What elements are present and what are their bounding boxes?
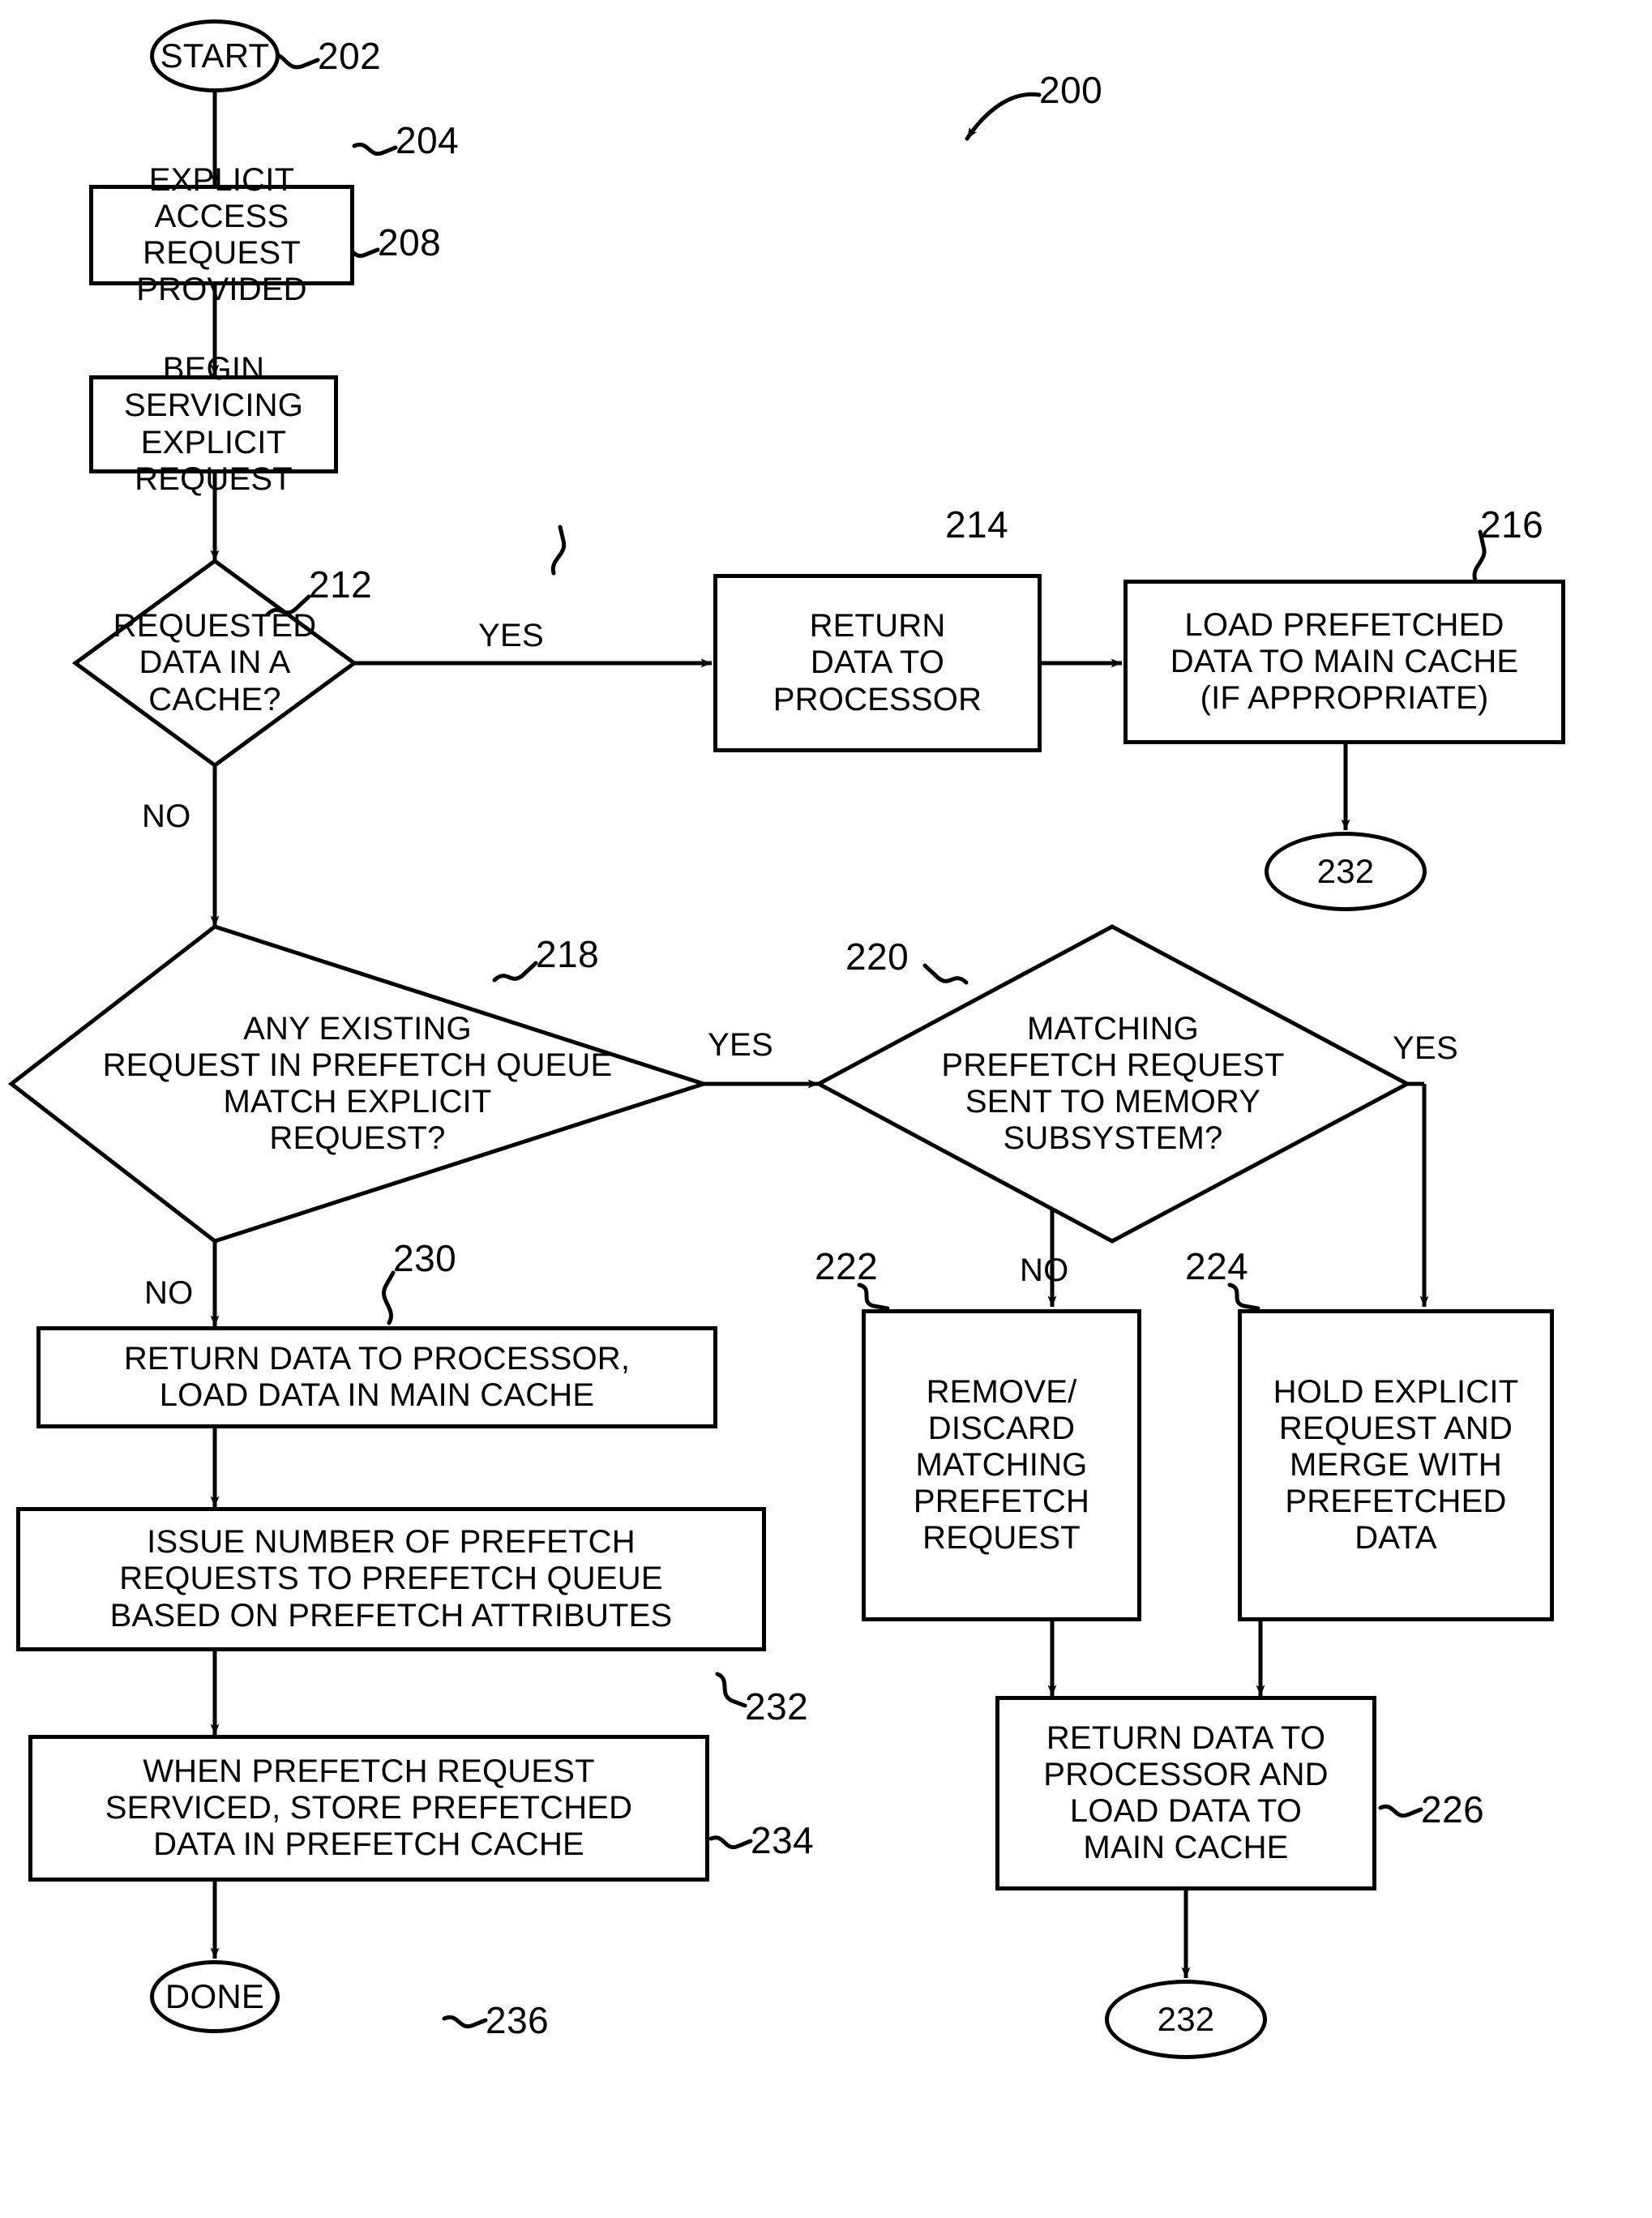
- process-return-data-load-main-cache: RETURN DATA TO PROCESSOR, LOAD DATA IN M…: [36, 1326, 717, 1428]
- ref-208: 208: [378, 221, 442, 263]
- connector-232-top-label: 232: [1316, 852, 1375, 891]
- ref-220: 220: [845, 936, 909, 978]
- ref-234: 234: [751, 1819, 815, 1861]
- terminator-done-label: DONE: [165, 1977, 265, 2016]
- edge-label-218-yes: YES: [708, 1027, 773, 1063]
- process-store-prefetched-data-label: WHEN PREFETCH REQUEST SERVICED, STORE PR…: [105, 1753, 633, 1863]
- edge-label-218-no: NO: [144, 1275, 194, 1311]
- ref-figure-200: 200: [1039, 69, 1103, 111]
- ref-232-box: 232: [745, 1685, 809, 1728]
- process-remove-discard-matching-prefetch: REMOVE/ DISCARD MATCHING PREFETCH REQUES…: [862, 1309, 1141, 1621]
- terminator-start: START: [150, 19, 280, 92]
- process-hold-explicit-request-merge-label: HOLD EXPLICIT REQUEST AND MERGE WITH PRE…: [1273, 1373, 1519, 1556]
- edge-label-212-no: NO: [142, 799, 191, 834]
- edge-label-220-no: NO: [1020, 1252, 1069, 1288]
- edge-label-212-yes: YES: [478, 618, 544, 653]
- terminator-start-label: START: [160, 36, 270, 75]
- flowchart-canvas: START 202 EXPLICIT ACCESS REQUEST PROVID…: [0, 0, 1652, 2218]
- connector-232-top: 232: [1265, 832, 1427, 911]
- terminator-done: DONE: [150, 1960, 280, 2033]
- ref-226: 226: [1421, 1788, 1485, 1830]
- process-explicit-access-request-label: EXPLICIT ACCESS REQUEST PROVIDED: [136, 161, 307, 308]
- connector-232-bottom: 232: [1105, 1980, 1267, 2059]
- process-begin-servicing-label: BEGIN SERVICING EXPLICIT REQUEST: [123, 351, 304, 497]
- process-return-data-to-processor-label: RETURN DATA TO PROCESSOR: [773, 608, 982, 717]
- process-load-prefetched-data-to-main-cache: LOAD PREFETCHED DATA TO MAIN CACHE (IF A…: [1123, 580, 1565, 744]
- ref-204: 204: [396, 119, 460, 161]
- process-store-prefetched-data: WHEN PREFETCH REQUEST SERVICED, STORE PR…: [28, 1735, 709, 1882]
- process-begin-servicing: BEGIN SERVICING EXPLICIT REQUEST: [89, 351, 338, 497]
- edge-label-220-yes: YES: [1393, 1030, 1458, 1066]
- process-return-data-to-processor: RETURN DATA TO PROCESSOR: [713, 574, 1042, 752]
- process-return-data-load-to-main-cache: RETURN DATA TO PROCESSOR AND LOAD DATA T…: [995, 1696, 1376, 1890]
- process-hold-explicit-request-merge: HOLD EXPLICIT REQUEST AND MERGE WITH PRE…: [1238, 1309, 1554, 1621]
- decision-any-existing-request-match: ANY EXISTING REQUEST IN PREFETCH QUEUE M…: [11, 927, 704, 1241]
- process-explicit-access-request: EXPLICIT ACCESS REQUEST PROVIDED: [89, 162, 354, 307]
- decision-any-existing-request-match-label: ANY EXISTING REQUEST IN PREFETCH QUEUE M…: [102, 1010, 613, 1157]
- process-issue-prefetch-requests-label: ISSUE NUMBER OF PREFETCH REQUESTS TO PRE…: [109, 1524, 673, 1634]
- ref-214: 214: [945, 503, 1009, 546]
- ref-218: 218: [536, 933, 600, 975]
- ref-212: 212: [309, 563, 373, 606]
- process-remove-discard-matching-prefetch-label: REMOVE/ DISCARD MATCHING PREFETCH REQUES…: [913, 1373, 1090, 1556]
- process-load-prefetched-data-to-main-cache-label: LOAD PREFETCHED DATA TO MAIN CACHE (IF A…: [1170, 606, 1519, 717]
- process-return-data-load-main-cache-label: RETURN DATA TO PROCESSOR, LOAD DATA IN M…: [123, 1340, 631, 1413]
- ref-224: 224: [1185, 1245, 1249, 1287]
- ref-230: 230: [393, 1237, 457, 1279]
- ref-216: 216: [1480, 503, 1544, 546]
- ref-236: 236: [486, 1999, 550, 2041]
- process-issue-prefetch-requests: ISSUE NUMBER OF PREFETCH REQUESTS TO PRE…: [16, 1507, 766, 1651]
- ref-222: 222: [815, 1245, 879, 1287]
- connector-232-bottom-label: 232: [1157, 2000, 1215, 2039]
- process-return-data-load-to-main-cache-label: RETURN DATA TO PROCESSOR AND LOAD DATA T…: [1043, 1719, 1329, 1866]
- ref-202: 202: [318, 35, 382, 77]
